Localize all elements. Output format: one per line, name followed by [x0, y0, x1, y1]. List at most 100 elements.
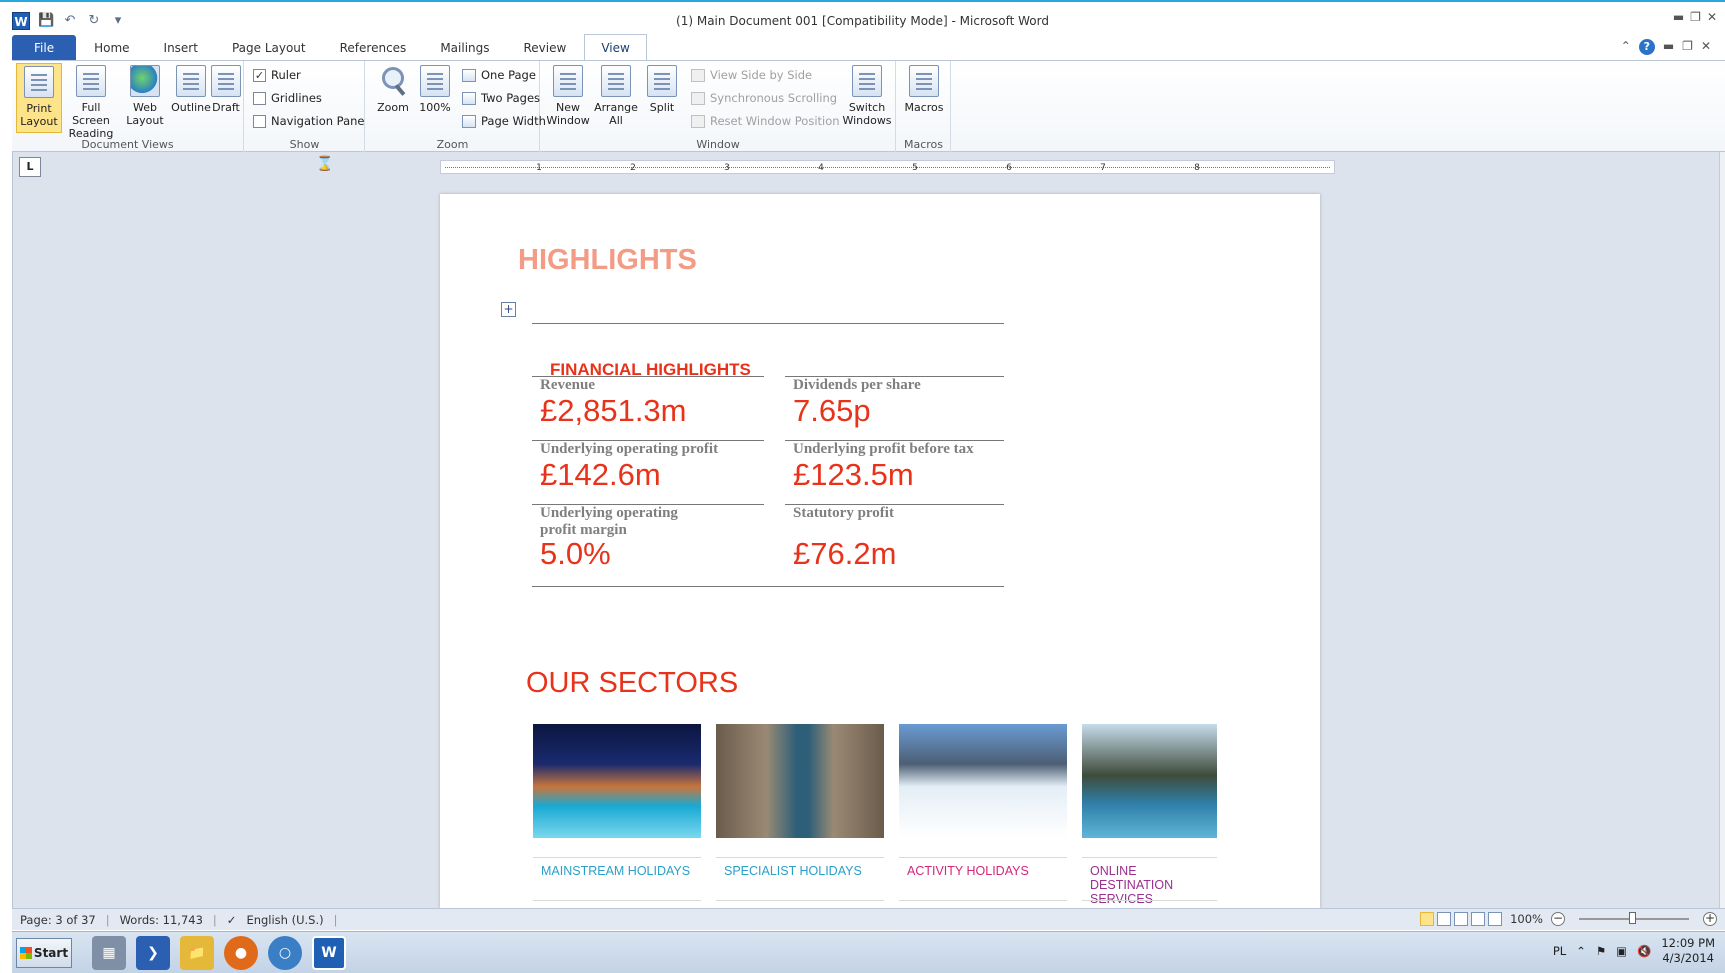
ribbon: Print Layout Full Screen Reading Web Lay… [12, 60, 1725, 153]
one-page-button[interactable]: One Page [462, 65, 536, 85]
close-icon[interactable]: ✕ [1707, 10, 1717, 24]
action-center-flag-icon[interactable]: ⚑ [1596, 944, 1606, 958]
web-layout-button[interactable]: Web Layout [122, 63, 168, 133]
macros-button[interactable]: Macros [901, 63, 947, 133]
separator: | [333, 913, 338, 927]
zoom-slider-knob[interactable] [1629, 912, 1636, 924]
clock-date: 4/3/2014 [1662, 951, 1714, 965]
group-label: Zoom [436, 138, 469, 151]
switch-windows-icon [852, 65, 882, 97]
zoom-out-icon[interactable]: − [1551, 912, 1565, 926]
powershell-icon[interactable]: ❯ [136, 936, 170, 970]
full-screen-reading-view-icon[interactable] [1437, 912, 1452, 926]
full-screen-reading-icon [76, 65, 106, 97]
navigation-pane-checkbox[interactable]: Navigation Pane [253, 111, 365, 131]
synchronous-scrolling-icon [691, 91, 705, 105]
outline-view-icon[interactable] [1471, 912, 1486, 926]
proofing-icon[interactable]: ✓ [227, 913, 237, 927]
gridlines-checkbox[interactable]: Gridlines [253, 88, 322, 108]
zoom-level[interactable]: 100% [1510, 912, 1543, 926]
file-explorer-icon[interactable]: 📁 [180, 936, 214, 970]
app-circle-icon[interactable]: ○ [268, 936, 302, 970]
word-count[interactable]: Words: 11,743 [120, 913, 203, 927]
print-layout-button[interactable]: Print Layout [16, 63, 62, 133]
server-manager-icon[interactable]: ▦ [92, 936, 126, 970]
document-page[interactable]: HIGHLIGHTS + FINANCIAL HIGHLIGHTS Revenu… [440, 194, 1320, 908]
checkbox-icon[interactable]: ✓ [253, 68, 266, 82]
metric-label: Revenue [540, 377, 595, 393]
clock[interactable]: 12:09 PM 4/3/2014 [1661, 936, 1715, 966]
tab-page-layout[interactable]: Page Layout [216, 35, 322, 61]
metric-value: £76.2m [793, 536, 897, 571]
doc-restore-icon[interactable]: ❐ [1682, 39, 1693, 55]
specialist-holidays-photo [716, 724, 884, 838]
view-side-by-side-button[interactable]: View Side by Side [691, 65, 812, 85]
start-button[interactable]: Start [16, 938, 72, 968]
zoom-100-button[interactable]: 100% [412, 63, 458, 133]
checkbox-icon[interactable] [253, 114, 266, 128]
tab-file[interactable]: File [12, 35, 77, 61]
input-language[interactable]: PL [1553, 944, 1566, 958]
page-count[interactable]: Page: 3 of 37 [20, 913, 96, 927]
word-taskbar-icon[interactable]: W [312, 936, 346, 970]
zoom-in-icon[interactable]: + [1703, 912, 1717, 926]
horizontal-ruler[interactable]: 1 2 3 4 5 6 7 8 [440, 160, 1335, 174]
show-hidden-icons-icon[interactable]: ⌃ [1576, 944, 1586, 958]
help-icon[interactable]: ? [1638, 39, 1655, 55]
two-pages-button[interactable]: Two Pages [462, 88, 540, 108]
new-window-button[interactable]: New Window [545, 63, 591, 133]
firefox-icon[interactable]: ● [224, 936, 258, 970]
outline-icon [176, 65, 206, 97]
tab-selector-icon[interactable]: L [19, 157, 41, 177]
group-zoom: Zoom 100% One Page Two Pages Page Width … [366, 61, 546, 153]
ruler-tick-label: 2 [630, 163, 636, 173]
reset-window-position-button[interactable]: Reset Window Position [691, 111, 840, 131]
tab-home[interactable]: Home [78, 35, 145, 61]
minimize-ribbon-icon[interactable]: ⌃ [1621, 39, 1631, 55]
draft-icon [211, 65, 241, 97]
zoom-button[interactable]: Zoom [370, 63, 416, 133]
ruler-checkbox[interactable]: ✓ Ruler [253, 65, 301, 85]
ruler-tick-label: 8 [1194, 163, 1200, 173]
web-layout-view-icon[interactable] [1454, 912, 1469, 926]
ribbon-help-area: ⌃ ? ▬ ❐ ✕ [1621, 39, 1711, 55]
zoom-slider[interactable] [1579, 912, 1689, 924]
full-screen-reading-button[interactable]: Full Screen Reading [64, 63, 118, 140]
tab-review[interactable]: Review [508, 35, 583, 61]
tab-mailings[interactable]: Mailings [424, 35, 505, 61]
arrange-all-icon [601, 65, 631, 97]
network-icon[interactable]: ▣ [1616, 944, 1627, 958]
volume-muted-icon[interactable]: 🔇 [1637, 944, 1651, 958]
reset-window-position-icon [691, 114, 705, 128]
tab-view[interactable]: View [584, 34, 647, 61]
draft-button[interactable]: Draft [208, 63, 244, 133]
checkbox-icon[interactable] [253, 91, 266, 105]
group-document-views: Print Layout Full Screen Reading Web Lay… [12, 61, 244, 153]
split-button[interactable]: Split [639, 63, 685, 133]
metric-label: Underlying operating profit [540, 441, 719, 457]
doc-close-icon[interactable]: ✕ [1701, 39, 1711, 55]
metric-operating-margin: Underlying operating profit margin 5.0% [540, 505, 690, 585]
status-right: 100% − + [1420, 912, 1717, 926]
metric-value: 7.65p [793, 393, 871, 428]
ruler-tick-label: 6 [1006, 163, 1012, 173]
divider [532, 586, 1004, 587]
print-layout-view-icon[interactable] [1420, 912, 1435, 926]
minimize-icon[interactable]: ▬ [1673, 10, 1684, 24]
indent-marker-icon[interactable]: ⌛ [316, 156, 333, 178]
metric-value: £123.5m [793, 457, 914, 492]
tab-insert[interactable]: Insert [148, 35, 214, 61]
metric-value: 5.0% [540, 536, 611, 571]
language-indicator[interactable]: English (U.S.) [246, 913, 323, 927]
switch-windows-button[interactable]: Switch Windows [839, 63, 895, 133]
draft-view-icon[interactable] [1488, 912, 1503, 926]
doc-minimize-icon[interactable]: ▬ [1663, 39, 1674, 55]
vertical-scrollbar[interactable] [1719, 152, 1725, 908]
page-width-button[interactable]: Page Width [462, 111, 546, 131]
synchronous-scrolling-button[interactable]: Synchronous Scrolling [691, 88, 837, 108]
restore-icon[interactable]: ❐ [1690, 10, 1701, 24]
tab-references[interactable]: References [324, 35, 423, 61]
zoom-magnifier-icon [378, 65, 408, 97]
arrange-all-button[interactable]: Arrange All [593, 63, 639, 133]
table-move-handle-icon[interactable]: + [501, 302, 516, 317]
